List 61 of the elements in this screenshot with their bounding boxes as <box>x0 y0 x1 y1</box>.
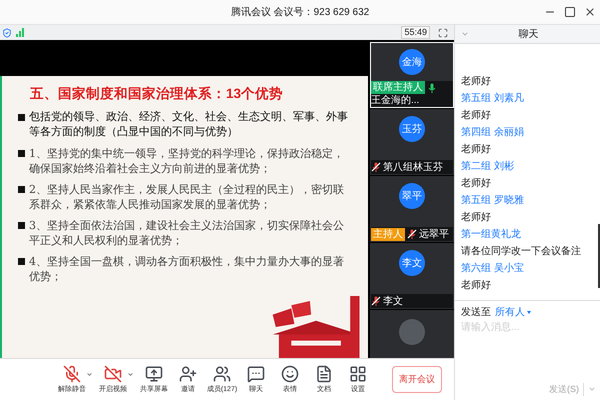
maximize-icon[interactable] <box>564 6 576 18</box>
participant-tile[interactable]: 翠平 主持人 远翠平 <box>370 176 454 242</box>
recipient-dropdown[interactable]: 所有人 <box>495 305 531 320</box>
participant-tile[interactable]: 李文 李文 <box>370 243 454 309</box>
participant-tile[interactable]: 金海 联席主持人 王金海的... <box>370 42 454 108</box>
screen-share-icon <box>145 365 163 383</box>
smiley-icon <box>281 365 299 383</box>
caret-icon[interactable] <box>127 371 134 378</box>
slide-bullet: 2、坚持人民当家作主，发展人民民主（全过程的民主），密切联系群众，紧紧依靠人民推动国家发展的显著优势； <box>29 182 345 212</box>
participant-name: 李文 <box>383 294 403 308</box>
chat-title: 聊天 <box>518 28 538 42</box>
chat-message: 老师好 <box>461 177 492 190</box>
participant-name: 第八组林玉芬 <box>383 160 443 174</box>
bullet-square-icon <box>18 150 25 158</box>
avatar-photo-placeholder <box>399 319 425 345</box>
participant-avatar: 玉芬 <box>399 116 425 142</box>
chat-message: 请各位同学改一下会议备注 <box>461 245 582 258</box>
chat-message: 老师好 <box>461 75 492 88</box>
participant-tile[interactable]: 玉芬 第八组林玉芬 <box>370 109 454 175</box>
collapse-icon[interactable] <box>461 30 469 38</box>
bullet-square-icon <box>18 114 25 122</box>
window-title: 腾讯会议 会议号：923 629 632 <box>230 6 370 20</box>
participant-avatar: 翠平 <box>399 183 425 209</box>
caret-icon[interactable] <box>86 371 93 378</box>
chat-sender: 第四组 余丽娟 <box>461 126 525 139</box>
bullet-square-icon <box>18 258 25 266</box>
participant-name: 王金海的... <box>371 94 420 107</box>
role-badge: 联席主持人 <box>371 81 425 94</box>
grid-icon <box>349 365 367 383</box>
shield-icon[interactable] <box>2 28 12 38</box>
role-badge: 主持人 <box>371 228 405 240</box>
chat-message: 老师好 <box>461 109 492 122</box>
add-person-icon <box>179 365 197 383</box>
slide-bullet: 4、坚持全国一盘棋，调动各方面积极性，集中力量办大事的显著优势； <box>29 254 345 284</box>
chat-sender: 第五组 刘素凡 <box>461 92 525 105</box>
slide-bullet: 包括党的领导、政治、经济、文化、社会、生态文明、军事、外事等各方面的制度（凸显中国的不同与优势） <box>29 110 349 140</box>
leave-meeting-button[interactable]: 离开会议 <box>392 366 442 394</box>
chat-sender: 第六组 吴小宝 <box>461 262 525 275</box>
chat-message: 老师好 <box>461 211 492 224</box>
chat-message: 老师好 <box>461 279 492 292</box>
slide-bullet: 3、坚持全面依法治国，建设社会主义法治国家，切实保障社会公平正义和人民权利的显著优势； <box>29 218 345 248</box>
chat-sender: 第一组黄礼龙 <box>461 228 522 241</box>
send-to-label: 发送至 <box>461 306 491 320</box>
participant-avatar: 金海 <box>399 49 425 75</box>
people-icon <box>213 365 231 383</box>
chat-sender: 第五组 罗晓雅 <box>461 194 525 207</box>
slide-title: 五、国家制度和国家治理体系：13个优势 <box>30 85 284 103</box>
document-icon <box>315 365 333 383</box>
chat-bubble-icon <box>247 365 265 383</box>
chat-message: 老师好 <box>461 143 492 156</box>
participant-name: 远翠平 <box>419 228 449 240</box>
bullet-square-icon <box>18 186 25 194</box>
participant-tile[interactable] <box>370 310 454 358</box>
close-icon[interactable] <box>584 6 596 18</box>
meeting-timer: 55:49 <box>401 26 430 39</box>
fullscreen-icon[interactable] <box>438 28 448 38</box>
scrollbar[interactable] <box>598 224 600 288</box>
participant-avatar: 李文 <box>399 250 425 276</box>
chat-sender: 第二组 刘彬 <box>461 160 515 173</box>
slide-bullet: 1、坚持党的集中统一领导，坚持党的科学理论，保持政治稳定，确保国家始终沿着社会主义方向前进的显著优势； <box>29 146 345 176</box>
bullet-square-icon <box>18 222 25 230</box>
